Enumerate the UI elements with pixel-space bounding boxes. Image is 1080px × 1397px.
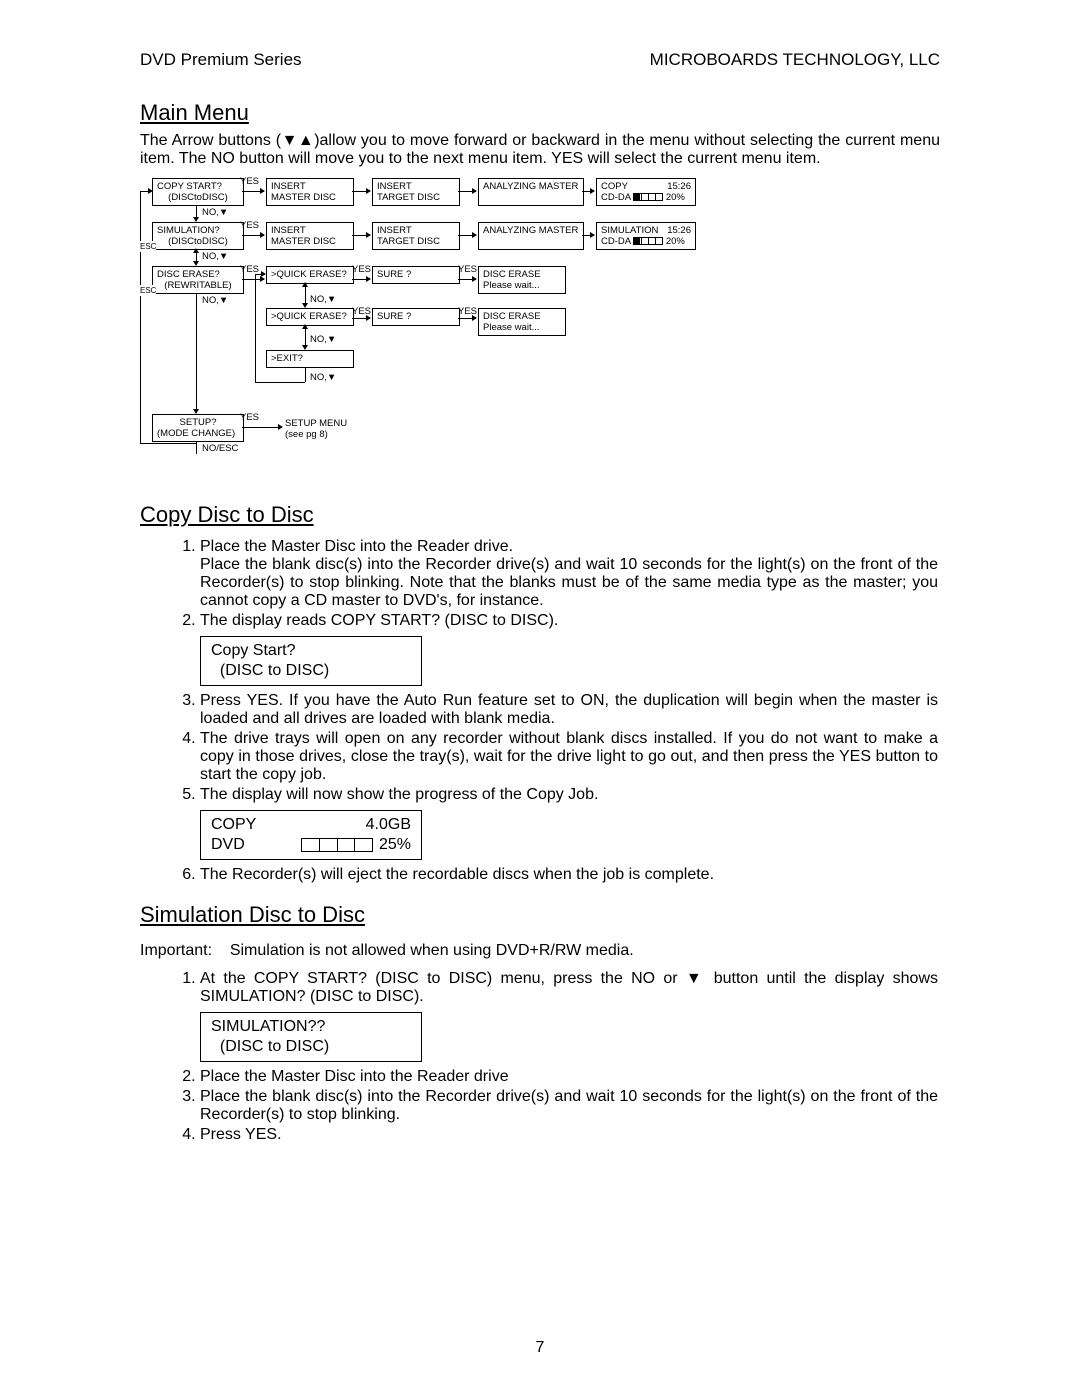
diagram-copy-start: COPY START? (DISCtoDISC) [152,178,244,206]
page-number: 7 [536,1339,545,1357]
document-page: DVD Premium Series MICROBOARDS TECHNOLOG… [0,0,1080,1397]
menu-flow-diagram: COPY START? (DISCtoDISC) YES INSERT MAST… [140,178,700,468]
sim-step-3: Place the blank disc(s) into the Recorde… [200,1088,940,1124]
diagram-copy-progress: COPY15:26 CD-DA 20% [596,178,696,206]
diagram-setup-menu: SETUP MENU (see pg 8) [285,418,347,440]
diagram-quick-erase-2: >QUICK ERASE? [266,308,354,326]
diagram-quick-erase-1: >QUICK ERASE? [266,266,354,284]
display-copy-start: Copy Start? (DISC to DISC) [200,636,422,686]
diagram-sure-1: SURE ? [372,266,460,284]
display-simulation: SIMULATION?? (DISC to DISC) [200,1012,422,1062]
diagram-analyzing-2: ANALYZING MASTER [478,222,584,250]
diagram-setup: SETUP? (MODE CHANGE) [152,414,244,442]
diagram-insert-master-1: INSERT MASTER DISC [266,178,354,206]
copy-step-4: The drive trays will open on any recorde… [200,730,940,784]
diagram-erase-wait-2: DISC ERASE Please wait... [478,308,566,336]
diagram-insert-target-1: INSERT TARGET DISC [372,178,460,206]
diagram-insert-master-2: INSERT MASTER DISC [266,222,354,250]
page-header: DVD Premium Series MICROBOARDS TECHNOLOG… [140,50,940,70]
diagram-erase-wait-1: DISC ERASE Please wait... [478,266,566,294]
diagram-insert-target-2: INSERT TARGET DISC [372,222,460,250]
sim-step-2: Place the Master Disc into the Reader dr… [200,1068,940,1086]
header-left: DVD Premium Series [140,50,302,70]
diagram-sure-2: SURE ? [372,308,460,326]
copy-step-2: The display reads COPY START? (DISC to D… [200,612,940,686]
copy-steps: Place the Master Disc into the Reader dr… [140,538,940,884]
diagram-disc-erase: DISC ERASE? (REWRITABLE) [152,266,244,294]
progress-bar-icon [301,838,373,852]
header-right: MICROBOARDS TECHNOLOGY, LLC [650,50,940,70]
display-copy-progress: COPY 4.0GB DVD 25% [200,810,422,860]
copy-step-6: The Recorder(s) will eject the recordabl… [200,866,940,884]
section-copy-title: Copy Disc to Disc [140,502,940,528]
copy-step-3: Press YES. If you have the Auto Run feat… [200,692,940,728]
copy-step-1: Place the Master Disc into the Reader dr… [200,538,940,610]
copy-step-5: The display will now show the progress o… [200,786,940,860]
simulation-steps: At the COPY START? (DISC to DISC) menu, … [140,970,940,1144]
diagram-simulation-progress: SIMULATION15:26 CD-DA 20% [596,222,696,250]
diagram-analyzing-1: ANALYZING MASTER [478,178,584,206]
sim-step-1: At the COPY START? (DISC to DISC) menu, … [200,970,940,1062]
simulation-important: Important: Simulation is not allowed whe… [140,942,940,960]
sim-step-4: Press YES. [200,1126,940,1144]
section-main-menu-title: Main Menu [140,100,940,126]
main-menu-intro: The Arrow buttons (▼▲)allow you to move … [140,132,940,168]
section-simulation-title: Simulation Disc to Disc [140,902,940,928]
diagram-simulation: SIMULATION? (DISCtoDISC) [152,222,244,250]
diagram-exit: >EXIT? [266,350,354,368]
